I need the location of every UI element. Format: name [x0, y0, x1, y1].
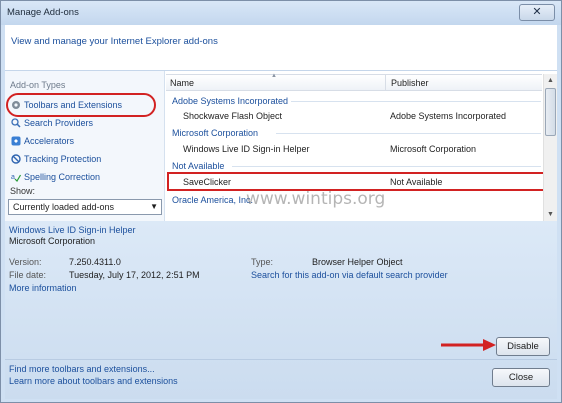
footer-divider [5, 359, 557, 360]
learn-more-link[interactable]: Learn more about toolbars and extensions [9, 376, 178, 386]
column-publisher[interactable]: Publisher [391, 78, 429, 88]
type-label: Accelerators [24, 136, 75, 146]
row-publisher: Adobe Systems Incorporated [390, 111, 507, 121]
header-band: View and manage your Internet Explorer a… [5, 25, 557, 71]
group-divider [291, 101, 541, 102]
header-text: View and manage your Internet Explorer a… [11, 36, 218, 47]
watermark: www.wintips.org [246, 189, 386, 209]
sort-arrow-icon: ▲ [271, 73, 277, 79]
type-tracking-protection[interactable]: Tracking Protection [8, 151, 160, 167]
group-divider [232, 166, 541, 167]
window-title: Manage Add-ons [7, 7, 79, 18]
show-dropdown-value: Currently loaded add-ons [13, 202, 115, 212]
type-value: Browser Helper Object [312, 257, 403, 267]
version-value: 7.250.4311.0 [69, 257, 121, 267]
group-header: Oracle America, Inc. [172, 195, 254, 205]
highlight-oval [6, 93, 156, 117]
svg-text:a: a [11, 174, 15, 181]
scroll-up-icon[interactable]: ▲ [544, 74, 557, 87]
list-scrollbar[interactable]: ▲ ▼ [543, 74, 557, 221]
more-information-link[interactable]: More information [9, 283, 77, 293]
addon-types-label: Add-on Types [10, 80, 66, 90]
title-bar: Manage Add-ons ✕ [1, 1, 561, 25]
row-name: Windows Live ID Sign-in Helper [183, 144, 310, 154]
group-divider [276, 133, 541, 134]
type-spelling-correction[interactable]: a Spelling Correction [8, 169, 160, 185]
type-label: Tracking Protection [24, 154, 102, 164]
window-close-button[interactable]: ✕ [519, 4, 555, 21]
group-header: Microsoft Corporation [172, 128, 259, 138]
type-label: Search Providers [24, 118, 94, 128]
search-addon-link[interactable]: Search for this add-on via default searc… [251, 270, 448, 280]
row-name: Shockwave Flash Object [183, 111, 283, 121]
accelerator-icon [11, 136, 21, 146]
spell-check-icon: a [11, 174, 21, 182]
filedate-value: Tuesday, July 17, 2012, 2:51 PM [69, 270, 200, 280]
column-header: ▲ Name Publisher [166, 73, 542, 91]
column-name[interactable]: Name [170, 78, 194, 88]
details-title: Windows Live ID Sign-in Helper [9, 225, 136, 235]
chevron-down-icon: ▼ [150, 202, 158, 211]
details-company: Microsoft Corporation [9, 236, 96, 246]
scroll-thumb[interactable] [545, 88, 556, 136]
disable-button[interactable]: Disable [496, 337, 550, 356]
addon-types-pane: Add-on Types Toolbars and Extensions Sea… [5, 71, 165, 221]
show-label: Show: [10, 186, 36, 196]
red-arrow-icon [441, 339, 496, 351]
group-header: Adobe Systems Incorporated [172, 96, 289, 106]
scroll-down-icon[interactable]: ▼ [544, 208, 557, 221]
type-label: Type: [251, 257, 274, 267]
type-label: Spelling Correction [24, 172, 101, 182]
filedate-label: File date: [9, 270, 47, 280]
type-accelerators[interactable]: Accelerators [8, 133, 160, 149]
column-divider [385, 75, 386, 91]
search-icon [11, 118, 21, 128]
group-header: Not Available [172, 161, 225, 171]
manage-addons-window: Manage Add-ons ✕ View and manage your In… [0, 0, 562, 403]
block-icon [11, 154, 21, 164]
details-pane: Windows Live ID Sign-in Helper Microsoft… [5, 221, 557, 399]
type-search-providers[interactable]: Search Providers [8, 115, 160, 131]
show-dropdown[interactable]: Currently loaded add-ons ▼ [8, 199, 162, 215]
row-publisher: Microsoft Corporation [390, 144, 477, 154]
find-more-link[interactable]: Find more toolbars and extensions... [9, 364, 155, 374]
close-button[interactable]: Close [492, 368, 550, 387]
version-label: Version: [9, 257, 42, 267]
